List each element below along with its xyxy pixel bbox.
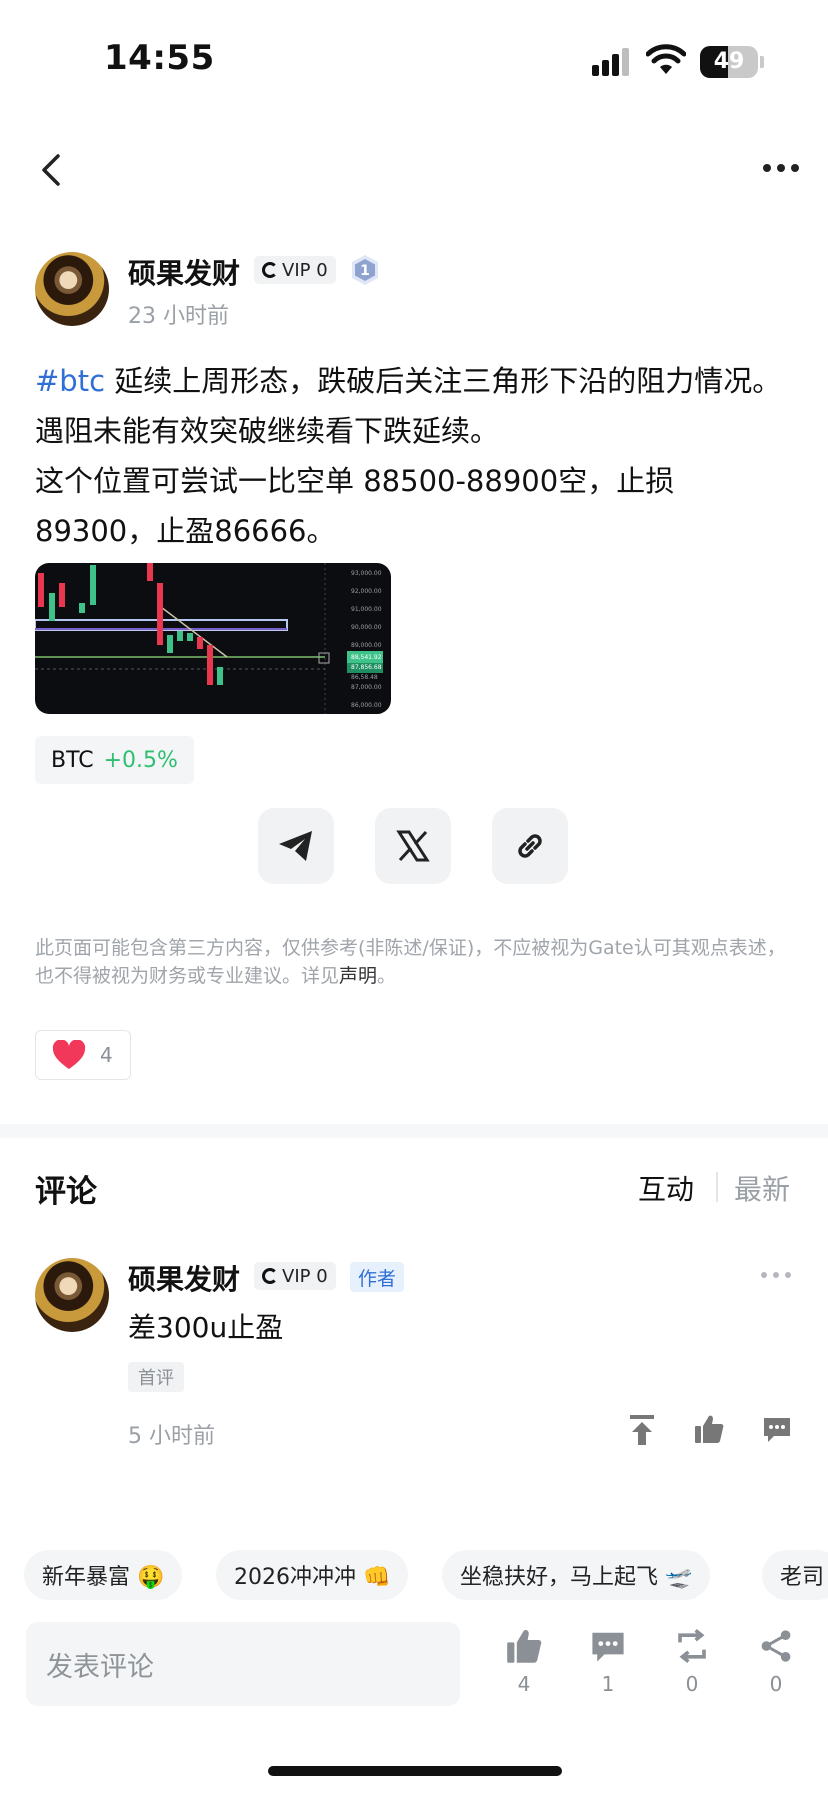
post-time: 23 小时前 bbox=[128, 304, 229, 329]
battery-tip bbox=[760, 56, 764, 68]
comment-icon bbox=[592, 1632, 624, 1662]
comment-time: 5 小时前 bbox=[128, 1424, 215, 1449]
heart-icon bbox=[52, 1040, 86, 1069]
comment-more-icon[interactable] bbox=[760, 1270, 792, 1280]
quick-reply-chip[interactable]: 新年暴富 🤑 bbox=[24, 1550, 183, 1600]
gate-logo-icon bbox=[262, 262, 278, 278]
quick-reply-chip[interactable]: 老司 bbox=[762, 1550, 828, 1600]
price-label: 87,000.00 bbox=[351, 684, 382, 691]
share-telegram-button[interactable] bbox=[258, 808, 334, 884]
battery-level: 49 bbox=[713, 49, 745, 74]
comment-text: 差300u止盈 bbox=[128, 1311, 284, 1344]
section-divider bbox=[0, 1124, 828, 1138]
disclaimer-link[interactable]: 声明 bbox=[339, 965, 377, 987]
price-label: 87,856.68 bbox=[351, 664, 382, 671]
quick-reply-chip[interactable]: 2026冲冲冲 👊 bbox=[216, 1550, 409, 1600]
comment-input[interactable]: 发表评论 bbox=[26, 1622, 460, 1706]
first-comment-badge: 首评 bbox=[128, 1362, 184, 1392]
disclaimer-end: 。 bbox=[377, 965, 397, 987]
author-avatar[interactable] bbox=[35, 252, 109, 326]
candlestick-chart: 93,000.00 92,000.00 91,000.00 90,000.00 … bbox=[35, 563, 383, 714]
disclaimer: 此页面可能包含第三方内容，仅供参考(非陈述/保证)，不应被视为Gate认可其观点… bbox=[35, 934, 795, 990]
commenter-vip-badge: VIP 0 bbox=[254, 1262, 336, 1290]
repost-button[interactable]: 0 bbox=[662, 1628, 722, 1696]
commenter-vip-label: VIP 0 bbox=[282, 1265, 328, 1287]
price-label: 92,000.00 bbox=[351, 588, 382, 595]
author-tag: 作者 bbox=[350, 1262, 405, 1292]
telegram-icon bbox=[279, 831, 312, 861]
link-icon bbox=[518, 834, 542, 858]
commenter-name[interactable]: 硕果发财 bbox=[128, 1258, 240, 1298]
price-label: 93,000.00 bbox=[351, 570, 382, 577]
candles bbox=[38, 563, 383, 685]
level-badge-icon: 1 bbox=[352, 255, 378, 285]
ticker-change: +0.5% bbox=[103, 747, 178, 773]
post-body: #btc 延续上周形态，跌破后关注三角形下沿的阻力情况。遇阻未能有效突破继续看下… bbox=[35, 356, 795, 556]
post-like-button[interactable]: 4 bbox=[494, 1628, 554, 1696]
level-number: 1 bbox=[360, 263, 370, 279]
price-label: 88,541.92 bbox=[351, 654, 382, 661]
vip-label: VIP 0 bbox=[282, 259, 328, 281]
post-text-line1: 延续上周形态，跌破后关注三角形下沿的阻力情况。遇阻未能有效突破继续看下跌延续。 bbox=[35, 364, 782, 448]
gate-logo-icon bbox=[262, 1268, 278, 1284]
repost-count: 0 bbox=[685, 1672, 699, 1696]
comments-title: 评论 bbox=[35, 1174, 97, 1210]
sort-interactive-tab[interactable]: 互动 bbox=[638, 1168, 694, 1208]
home-indicator bbox=[268, 1766, 562, 1776]
sort-latest-tab[interactable]: 最新 bbox=[734, 1168, 790, 1208]
like-count: 4 bbox=[100, 1043, 113, 1067]
battery-icon: 49 bbox=[700, 46, 758, 78]
ticker-pill[interactable]: BTC +0.5% bbox=[35, 736, 194, 784]
comment-like-icon[interactable] bbox=[694, 1414, 724, 1444]
price-label: 86,000.00 bbox=[351, 702, 382, 709]
wifi-icon bbox=[646, 44, 686, 74]
ticker-symbol: BTC bbox=[51, 747, 94, 773]
chart-thumbnail[interactable]: 93,000.00 92,000.00 91,000.00 90,000.00 … bbox=[35, 563, 391, 714]
vip-badge: VIP 0 bbox=[254, 256, 336, 284]
disclaimer-text: 此页面可能包含第三方内容，仅供参考(非陈述/保证)，不应被视为Gate认可其观点… bbox=[35, 937, 786, 987]
share-button[interactable]: 0 bbox=[746, 1628, 806, 1696]
like-button[interactable]: 4 bbox=[35, 1030, 131, 1080]
hashtag-link[interactable]: #btc bbox=[35, 364, 105, 398]
x-icon bbox=[396, 830, 430, 862]
post-text-line2: 这个位置可尝试一比空单 88500-88900空，止损89300，止盈86666… bbox=[35, 464, 675, 548]
repost-icon bbox=[678, 1628, 706, 1664]
share-x-button[interactable] bbox=[375, 808, 451, 884]
price-label: 90,000.00 bbox=[351, 624, 382, 631]
cellular-signal-icon bbox=[592, 48, 629, 76]
sort-divider bbox=[716, 1172, 718, 1202]
author-name[interactable]: 硕果发财 bbox=[128, 252, 240, 292]
quick-reply-chip[interactable]: 坐稳扶好，马上起飞 🛫 bbox=[442, 1550, 711, 1600]
price-label: 91,000.00 bbox=[351, 606, 382, 613]
share-icon bbox=[761, 1630, 791, 1662]
share-count: 0 bbox=[769, 1672, 783, 1696]
back-icon[interactable] bbox=[38, 152, 66, 188]
price-label: 86,58.48 bbox=[351, 674, 378, 681]
post-comment-count: 1 bbox=[601, 1672, 615, 1696]
reply-icon[interactable] bbox=[762, 1414, 792, 1444]
copy-link-button[interactable] bbox=[492, 808, 568, 884]
price-label: 89,000.00 bbox=[351, 642, 382, 649]
post-like-count: 4 bbox=[517, 1672, 531, 1696]
thumbs-up-icon bbox=[507, 1629, 542, 1663]
commenter-avatar[interactable] bbox=[35, 1258, 109, 1332]
status-time: 14:55 bbox=[104, 38, 215, 78]
post-comment-button[interactable]: 1 bbox=[578, 1628, 638, 1696]
more-options-icon[interactable] bbox=[762, 160, 800, 176]
pin-top-icon[interactable] bbox=[628, 1414, 656, 1446]
